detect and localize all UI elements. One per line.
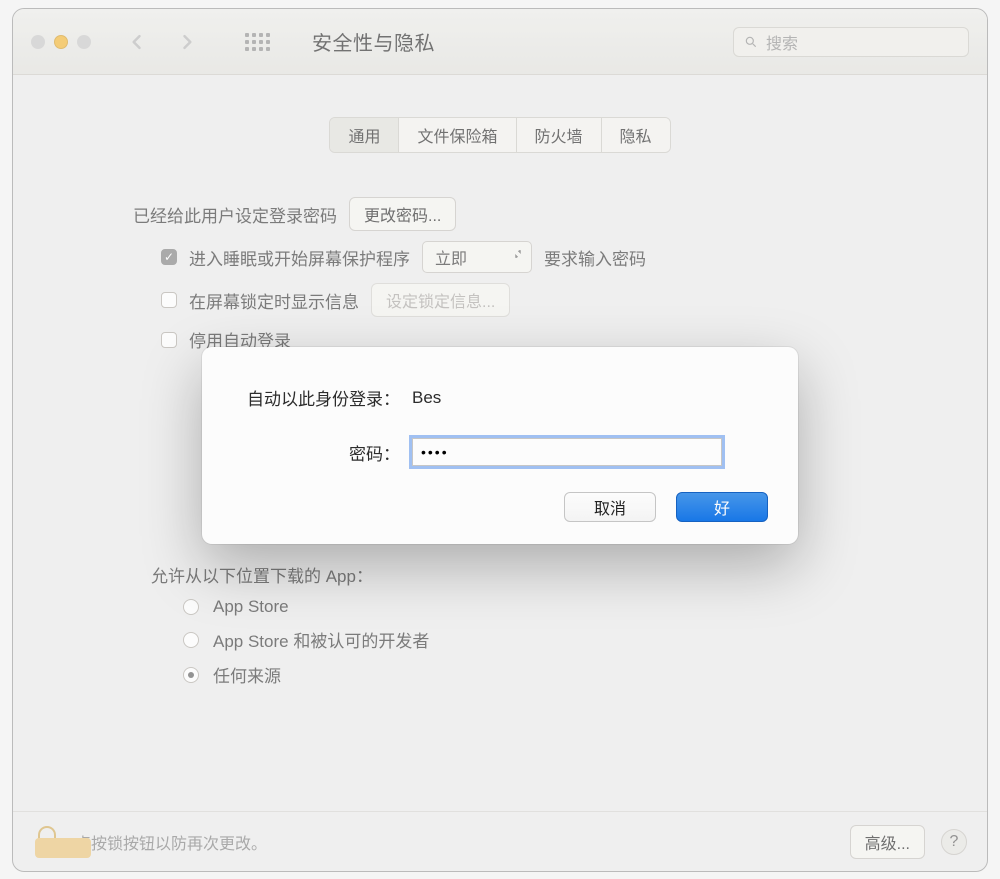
autologin-user: Bes xyxy=(412,388,768,408)
password-label: 密码： xyxy=(232,440,412,465)
autologin-label: 自动以此身份登录： xyxy=(232,385,412,410)
password-input[interactable] xyxy=(412,438,722,466)
dialog-scrim: 自动以此身份登录： Bes 密码： 取消 好 xyxy=(13,9,987,871)
cancel-button[interactable]: 取消 xyxy=(564,492,656,522)
password-dialog: 自动以此身份登录： Bes 密码： 取消 好 xyxy=(202,347,798,544)
ok-button[interactable]: 好 xyxy=(676,492,768,522)
preferences-window: 安全性与隐私 搜索 通用 文件保险箱 防火墙 隐私 已经给此用户设定登录密码 更… xyxy=(12,8,988,872)
